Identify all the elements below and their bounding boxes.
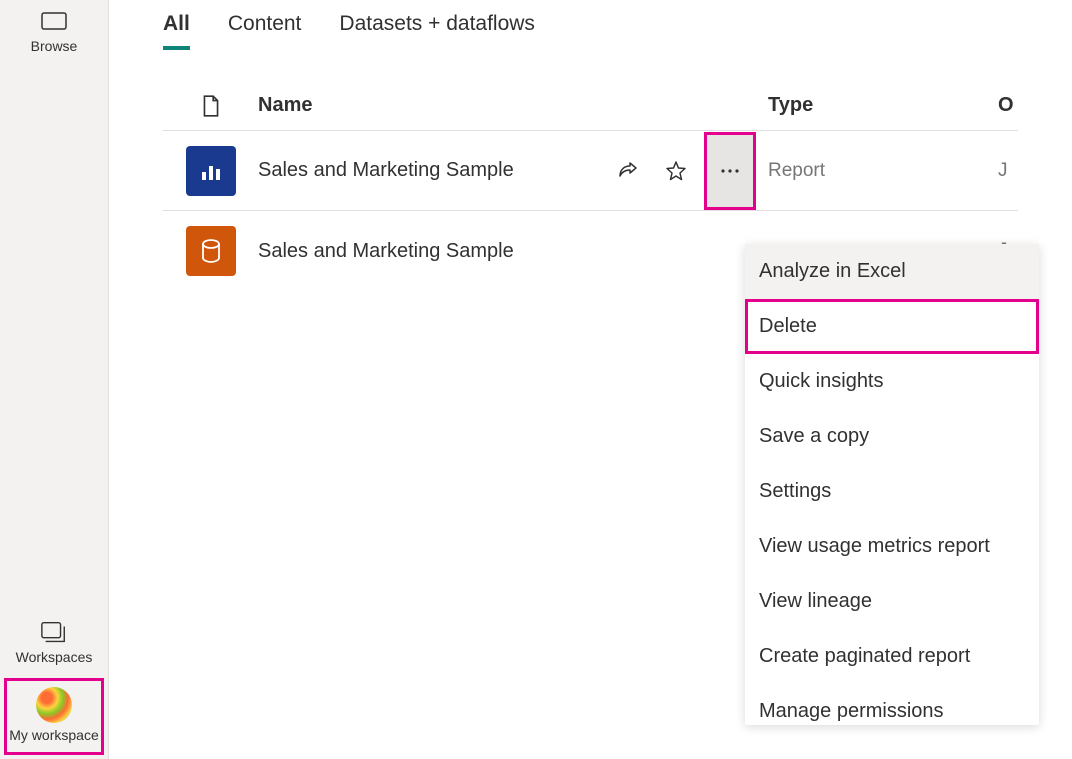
workspaces-icon (40, 619, 68, 647)
favorite-button[interactable] (656, 151, 696, 191)
more-options-button[interactable] (704, 132, 756, 210)
dataset-type-icon (186, 226, 236, 276)
menu-item-settings[interactable]: Settings (745, 464, 1039, 519)
my-workspace-label: My workspace (9, 727, 99, 744)
share-icon (617, 160, 639, 182)
table-row[interactable]: Sales and Marketing Sample (163, 131, 1018, 211)
tab-all[interactable]: All (163, 12, 190, 50)
sidebar-item-workspaces[interactable]: Workspaces (0, 611, 108, 674)
col-icon-header (163, 94, 258, 118)
row-icon-cell (163, 226, 258, 276)
menu-item-save-copy[interactable]: Save a copy (745, 409, 1039, 464)
menu-item-view-lineage[interactable]: View lineage (745, 574, 1039, 629)
row-name[interactable]: Sales and Marketing Sample (258, 159, 588, 182)
row-actions (588, 132, 768, 210)
context-menu: Analyze in Excel Delete Quick insights S… (745, 244, 1039, 725)
browse-icon (40, 8, 68, 36)
row-name[interactable]: Sales and Marketing Sample (258, 240, 588, 263)
sidebar-item-my-workspace[interactable]: My workspace (4, 678, 104, 755)
menu-item-create-paginated-report[interactable]: Create paginated report (745, 629, 1039, 684)
browse-label: Browse (31, 38, 78, 55)
tab-datasets-dataflows[interactable]: Datasets + dataflows (339, 12, 535, 50)
share-button[interactable] (608, 151, 648, 191)
col-type-header[interactable]: Type (768, 94, 998, 117)
sidebar-item-browse[interactable]: Browse (0, 0, 108, 63)
ellipsis-icon (720, 168, 740, 174)
menu-item-delete[interactable]: Delete (745, 299, 1039, 354)
tabs: All Content Datasets + dataflows (109, 0, 1072, 51)
star-icon (665, 160, 687, 182)
avatar (36, 687, 72, 723)
menu-item-manage-permissions[interactable]: Manage permissions (745, 684, 1039, 725)
menu-item-quick-insights[interactable]: Quick insights (745, 354, 1039, 409)
row-icon-cell (163, 146, 258, 196)
sidebar: Browse Workspaces My workspace (0, 0, 109, 759)
row-owner: J (998, 160, 1018, 182)
table-header-row: Name Type O (163, 51, 1018, 131)
col-owner-header[interactable]: O (998, 94, 1018, 117)
workspaces-label: Workspaces (16, 649, 93, 666)
sidebar-bottom: Workspaces My workspace (0, 611, 108, 759)
menu-item-view-usage-metrics[interactable]: View usage metrics report (745, 519, 1039, 574)
col-name-header[interactable]: Name (258, 94, 588, 117)
report-type-icon (186, 146, 236, 196)
tab-content[interactable]: Content (228, 12, 302, 50)
row-type: Report (768, 160, 998, 182)
menu-item-analyze-excel[interactable]: Analyze in Excel (745, 244, 1039, 299)
file-icon (201, 94, 221, 118)
